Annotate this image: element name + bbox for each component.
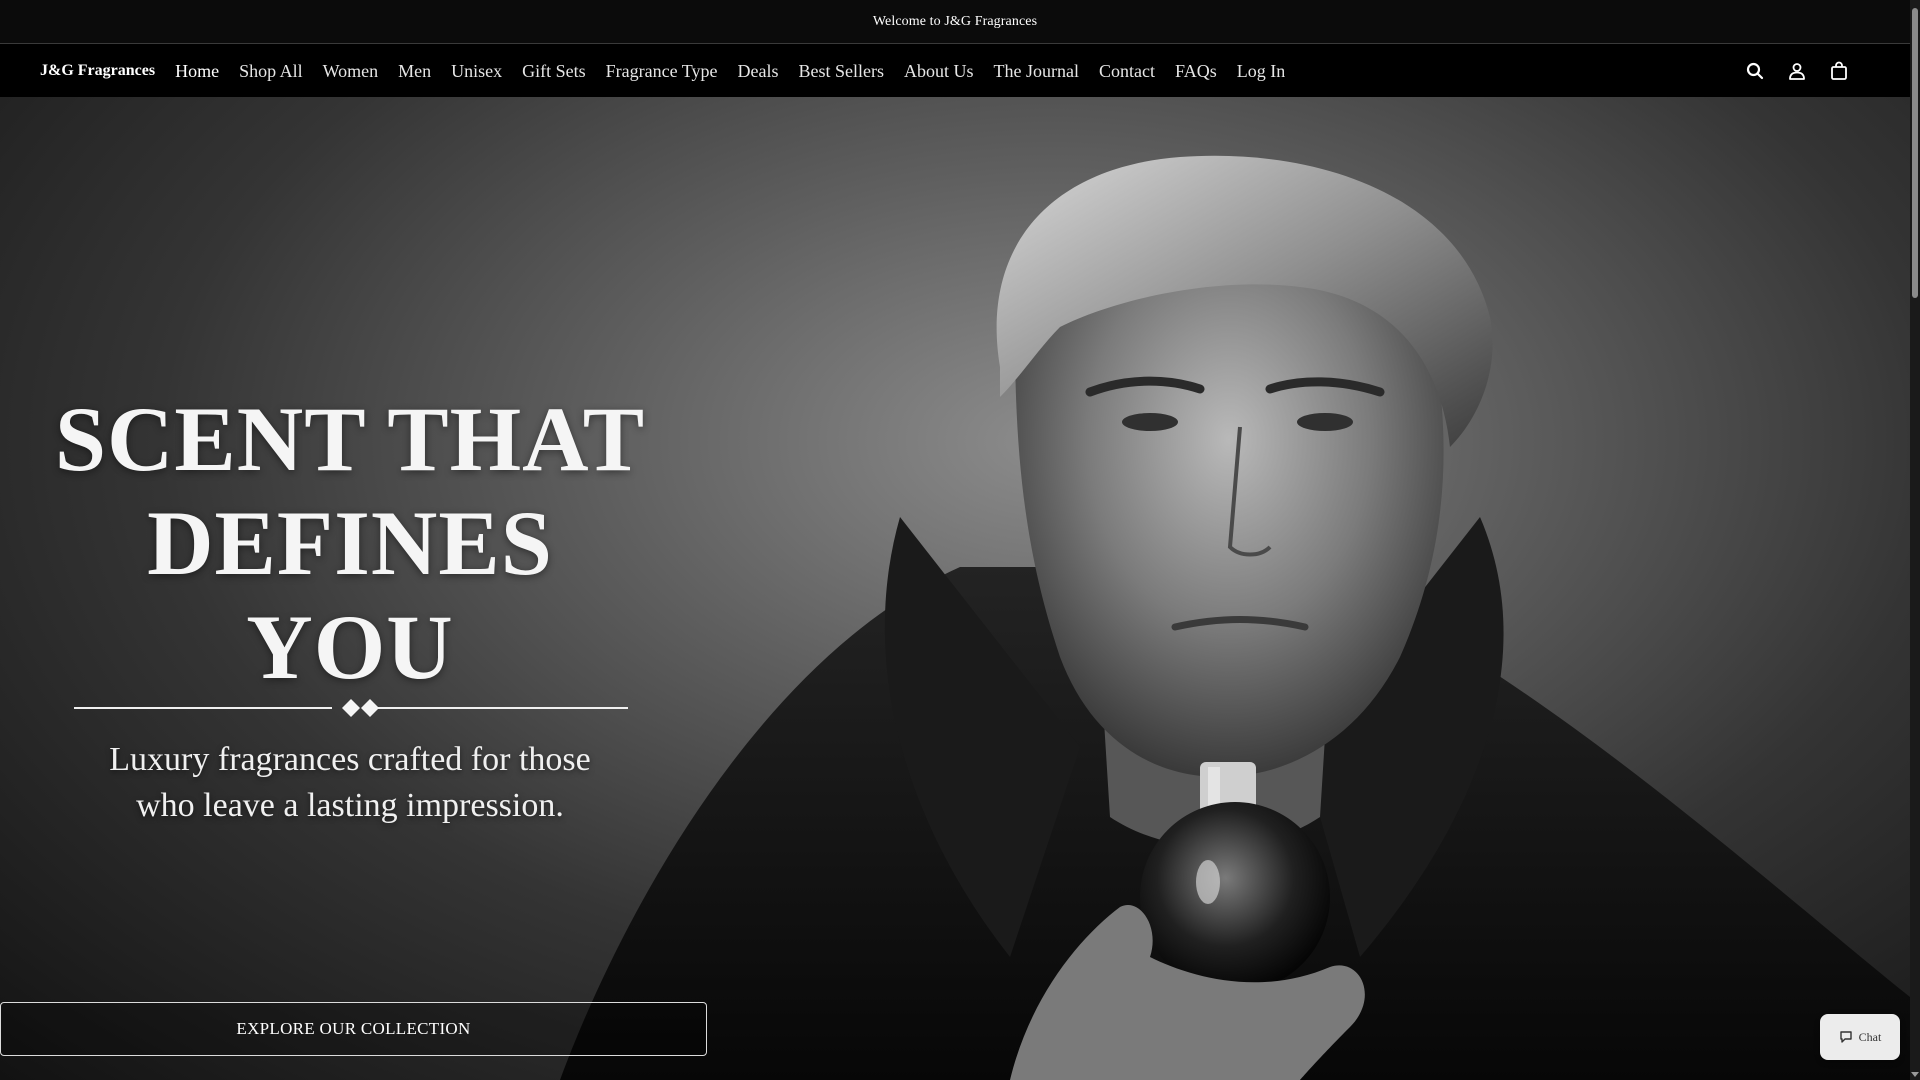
- search-icon[interactable]: [1744, 60, 1766, 82]
- nav-item-the-journal[interactable]: The Journal: [994, 61, 1079, 82]
- chat-bubble-icon: [1839, 1031, 1852, 1043]
- hero-headline-line-1: SCENT THAT: [54, 388, 646, 490]
- announcement-text: Welcome to J&G Fragrances: [872, 13, 1038, 29]
- nav-item-fragrance-type[interactable]: Fragrance Type: [606, 61, 718, 82]
- nav-item-deals[interactable]: Deals: [738, 61, 779, 82]
- page-scrollbar[interactable]: [1910, 0, 1920, 1080]
- nav-item-shop-all[interactable]: Shop All: [239, 61, 303, 82]
- nav-item-home[interactable]: Home: [175, 61, 219, 82]
- scrollbar-thumb[interactable]: [1912, 8, 1918, 298]
- chat-button[interactable]: Chat: [1820, 1014, 1900, 1060]
- hero-subheading-line-2: who leave a lasting impression.: [136, 787, 564, 824]
- nav-item-gift-sets[interactable]: Gift Sets: [522, 61, 586, 82]
- nav-item-women[interactable]: Women: [323, 61, 379, 82]
- chat-label: Chat: [1858, 1029, 1882, 1044]
- nav-item-men[interactable]: Men: [398, 61, 431, 82]
- scroll-down-arrow-icon[interactable]: [1911, 1070, 1919, 1078]
- header-icons: [1744, 60, 1850, 82]
- site-header: J&G Fragrances Home Shop All Women Men U…: [0, 45, 1910, 97]
- announcement-bar: Welcome to J&G Fragrances: [0, 0, 1910, 44]
- nav-item-log-in[interactable]: Log In: [1237, 61, 1286, 82]
- ornament-divider: [74, 699, 628, 717]
- nav-item-faqs[interactable]: FAQs: [1175, 61, 1217, 82]
- brand-logo-text[interactable]: J&G Fragrances: [40, 62, 155, 80]
- nav-item-best-sellers[interactable]: Best Sellers: [799, 61, 885, 82]
- main-nav: Home Shop All Women Men Unisex Gift Sets…: [175, 61, 1305, 82]
- account-icon[interactable]: [1786, 60, 1808, 82]
- nav-item-contact[interactable]: Contact: [1099, 61, 1155, 82]
- nav-item-about-us[interactable]: About Us: [904, 61, 974, 82]
- cart-icon[interactable]: [1828, 60, 1850, 82]
- hero-headline: SCENT THAT DEFINES YOU: [40, 387, 660, 699]
- hero-banner: SCENT THAT DEFINES YOU Luxury fragrances…: [0, 97, 1910, 1080]
- nav-item-unisex[interactable]: Unisex: [451, 61, 502, 82]
- hero-headline-line-2: DEFINES YOU: [147, 492, 553, 698]
- hero-subheading: Luxury fragrances crafted for those who …: [40, 737, 660, 829]
- hero-subheading-line-1: Luxury fragrances crafted for those: [109, 741, 591, 778]
- explore-collection-button[interactable]: EXPLORE OUR COLLECTION: [0, 1002, 707, 1056]
